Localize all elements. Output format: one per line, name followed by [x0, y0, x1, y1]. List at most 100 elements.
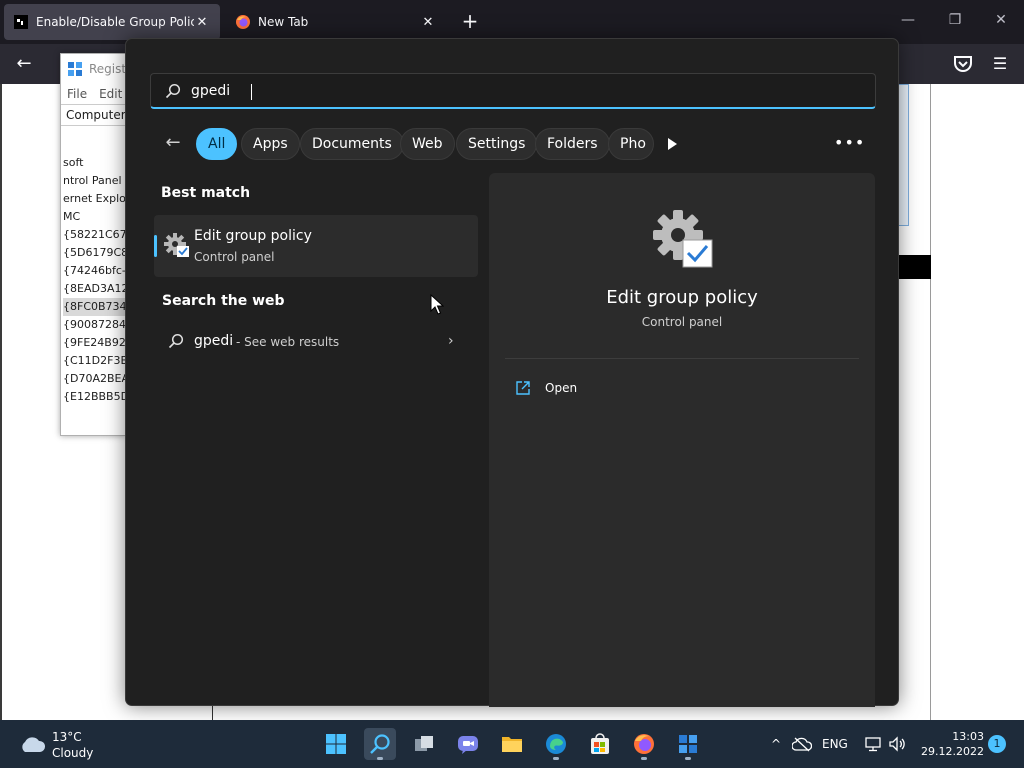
firefox-icon — [236, 15, 250, 29]
registry-address-bar[interactable]: Computer\ — [61, 104, 125, 126]
registry-menu-bar: File Edit — [61, 84, 125, 104]
file-explorer-button[interactable] — [496, 728, 528, 760]
taskbar-search-button[interactable] — [364, 728, 396, 760]
back-button[interactable]: ← — [12, 52, 36, 76]
tree-item[interactable]: soft — [63, 154, 125, 172]
filter-web[interactable]: Web — [400, 128, 455, 160]
open-action[interactable]: Open — [511, 377, 711, 401]
tree-item[interactable]: {90087284-d — [63, 316, 125, 334]
page-divider — [930, 84, 931, 720]
menu-file[interactable]: File — [67, 87, 87, 101]
cloud-icon — [22, 737, 46, 752]
tree-item[interactable]: {74246bfc-4 — [63, 262, 125, 280]
result-name: Edit group policy — [194, 228, 312, 244]
filter-settings[interactable]: Settings — [456, 128, 538, 160]
tab-new-tab[interactable]: New Tab ✕ — [226, 4, 446, 40]
search-box[interactable] — [150, 73, 876, 109]
registry-key-tree: soft ntrol Panel ernet Explor MC {58221C… — [61, 126, 125, 406]
language-indicator[interactable]: ENG — [822, 734, 848, 754]
task-view-icon — [415, 736, 433, 751]
search-icon — [168, 333, 184, 349]
tree-item[interactable]: {8EAD3A12- — [63, 280, 125, 298]
new-tab-button[interactable]: + — [458, 10, 482, 34]
web-search-result[interactable]: gpedi - See web results › — [154, 323, 478, 359]
result-type: Control panel — [194, 250, 275, 264]
tree-item[interactable]: {C11D2F3B- — [63, 352, 125, 370]
firefox-taskbar-button[interactable] — [628, 728, 660, 760]
start-button[interactable] — [320, 728, 352, 760]
search-web-heading: Search the web — [162, 293, 285, 309]
running-indicator — [553, 757, 559, 760]
firefox-icon — [634, 734, 654, 754]
minimize-button[interactable]: — — [896, 12, 920, 32]
filter-all[interactable]: All — [196, 128, 238, 160]
group-policy-gear-icon — [164, 233, 189, 257]
show-hidden-icons-button[interactable]: ^ — [768, 734, 784, 754]
task-view-button[interactable] — [408, 728, 440, 760]
filter-back-button[interactable]: ← — [158, 128, 188, 160]
tree-item[interactable]: {5D6179C8- — [63, 244, 125, 262]
text-caret — [251, 84, 252, 100]
search-icon — [370, 734, 390, 754]
tree-item[interactable]: {58221C67- — [63, 226, 125, 244]
result-detail-pane: Edit group policy Control panel Open — [489, 173, 875, 707]
running-indicator — [641, 757, 647, 760]
close-window-button[interactable]: ✕ — [989, 12, 1013, 32]
notification-badge[interactable]: 1 — [988, 735, 1006, 753]
tree-item[interactable]: {9FE24B92-C — [63, 334, 125, 352]
best-match-heading: Best match — [161, 185, 251, 201]
page-image-frame — [899, 84, 909, 226]
clock-time: 13:03 — [952, 730, 984, 743]
folder-icon — [502, 737, 522, 752]
tab-title: New Tab — [258, 15, 309, 29]
best-match-result[interactable]: Edit group policy Control panel — [154, 215, 478, 277]
weather-temperature: 13°C — [52, 730, 82, 744]
weather-widget[interactable]: 13°C Cloudy — [14, 728, 154, 762]
scroll-filters-right-icon[interactable] — [662, 134, 682, 154]
search-input[interactable] — [191, 80, 861, 102]
page-black-bar — [899, 255, 931, 279]
tab-close-icon[interactable]: ✕ — [420, 15, 436, 30]
windows-logo-icon — [326, 734, 346, 754]
registry-editor-window[interactable]: Registr File Edit Computer\ soft ntrol P… — [60, 53, 126, 436]
tree-item[interactable]: {E12BBB5D- — [63, 388, 125, 406]
tree-item[interactable]: {D70A2BEA- — [63, 370, 125, 388]
pocket-icon[interactable] — [952, 54, 974, 74]
teams-chat-button[interactable] — [452, 728, 484, 760]
search-icon — [165, 83, 181, 99]
registry-editor-icon — [679, 735, 697, 753]
selection-accent — [154, 235, 157, 257]
network-icon[interactable] — [864, 735, 882, 753]
tab-group-policy-article[interactable]: Enable/Disable Group Policy in ✕ — [4, 4, 220, 40]
weather-condition: Cloudy — [52, 746, 94, 760]
filter-apps[interactable]: Apps — [241, 128, 300, 160]
edge-browser-button[interactable] — [540, 728, 572, 760]
more-options-button[interactable]: ••• — [834, 130, 864, 158]
microsoft-store-button[interactable] — [584, 728, 616, 760]
site-favicon-icon — [14, 15, 28, 29]
menu-edit[interactable]: Edit — [99, 87, 122, 101]
system-clock[interactable]: 13:03 29.12.2022 — [912, 729, 984, 759]
detail-subtitle: Control panel — [641, 315, 723, 329]
menu-icon[interactable]: ☰ — [990, 54, 1010, 74]
filter-documents[interactable]: Documents — [300, 128, 404, 160]
tree-item[interactable]: ntrol Panel — [63, 172, 125, 190]
web-results-suffix: - See web results — [236, 335, 340, 349]
tree-item-selected[interactable]: {8FC0B734- — [63, 298, 125, 316]
page-divider — [212, 706, 213, 720]
volume-icon[interactable] — [888, 735, 906, 753]
edge-icon — [546, 734, 566, 754]
registry-title-bar[interactable]: Registr — [61, 54, 125, 84]
tab-title: Enable/Disable Group Policy in — [36, 15, 194, 29]
tree-item[interactable]: ernet Explor — [63, 190, 125, 208]
tree-item[interactable]: MC — [63, 208, 125, 226]
restore-button[interactable]: ❐ — [943, 12, 967, 32]
onedrive-offline-icon[interactable] — [792, 736, 812, 752]
filter-folders[interactable]: Folders — [535, 128, 610, 160]
filter-photos[interactable]: Pho — [608, 128, 654, 160]
tab-close-icon[interactable]: ✕ — [194, 15, 210, 30]
detail-title: Edit group policy — [606, 287, 758, 308]
detail-divider — [505, 358, 859, 359]
active-indicator — [377, 757, 383, 760]
registry-editor-taskbar-button[interactable] — [672, 728, 704, 760]
